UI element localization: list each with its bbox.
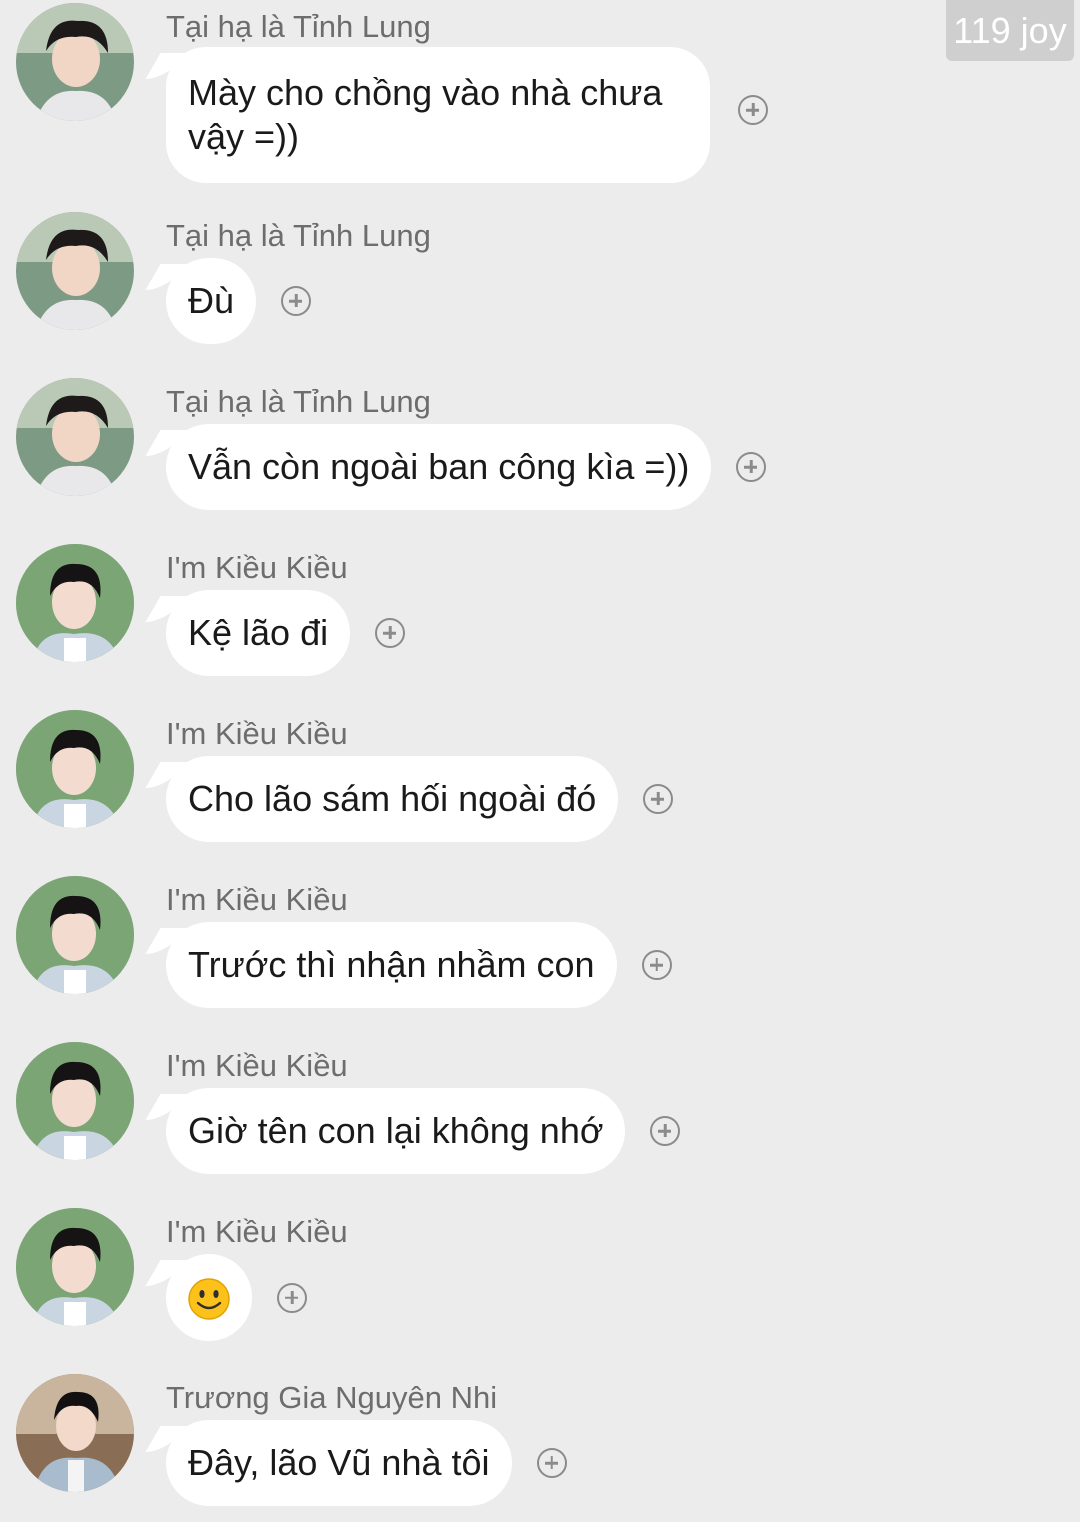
sender-name: I'm Kiều Kiều bbox=[166, 1214, 348, 1249]
sender-name: Trương Gia Nguyên Nhi bbox=[166, 1380, 498, 1415]
sender-name: Tại hạ là Tỉnh Lung bbox=[166, 9, 431, 44]
add-reaction-icon[interactable] bbox=[738, 95, 768, 125]
add-reaction-icon[interactable] bbox=[641, 950, 672, 980]
message-bubble[interactable]: Vẫn còn ngoài ban công kìa =)) bbox=[166, 424, 712, 510]
message-bubble[interactable]: Cho lão sám hối ngoài đó bbox=[166, 756, 619, 842]
message-counter-badge: 119 joy bbox=[946, 0, 1074, 61]
message-bubble[interactable]: Mày cho chồng vào nhà chưa vậy =)) bbox=[166, 47, 710, 183]
add-reaction-icon[interactable] bbox=[650, 1116, 681, 1146]
avatar[interactable] bbox=[16, 3, 134, 121]
add-reaction-icon[interactable] bbox=[736, 452, 767, 482]
avatar[interactable] bbox=[16, 1374, 134, 1492]
add-reaction-icon[interactable] bbox=[375, 618, 406, 648]
message-bubble[interactable]: Đù bbox=[166, 258, 257, 344]
add-reaction-icon[interactable] bbox=[536, 1448, 567, 1478]
sender-name: Tại hạ là Tỉnh Lung bbox=[166, 384, 431, 419]
avatar[interactable] bbox=[16, 544, 134, 662]
message-bubble[interactable]: Giờ tên con lại không nhớ bbox=[166, 1088, 626, 1174]
message-bubble[interactable]: Kệ lão đi bbox=[166, 590, 351, 676]
sender-name: I'm Kiều Kiều bbox=[166, 882, 348, 917]
add-reaction-icon[interactable] bbox=[643, 784, 674, 814]
avatar[interactable] bbox=[16, 212, 134, 330]
avatar[interactable] bbox=[16, 1042, 134, 1160]
message-bubble[interactable]: Trước thì nhận nhầm con bbox=[166, 922, 617, 1008]
sender-name: I'm Kiều Kiều bbox=[166, 716, 348, 751]
avatar[interactable] bbox=[16, 378, 134, 496]
sender-name: I'm Kiều Kiều bbox=[166, 1048, 348, 1083]
avatar[interactable] bbox=[16, 1208, 134, 1326]
add-reaction-icon[interactable] bbox=[277, 1282, 307, 1313]
smiley-face-icon bbox=[188, 1278, 230, 1321]
add-reaction-icon[interactable] bbox=[281, 286, 312, 316]
sender-name: I'm Kiều Kiều bbox=[166, 550, 348, 585]
avatar[interactable] bbox=[16, 876, 134, 994]
sender-name: Tại hạ là Tỉnh Lung bbox=[166, 218, 431, 253]
message-bubble[interactable]: Đây, lão Vũ nhà tôi bbox=[166, 1420, 512, 1506]
avatar[interactable] bbox=[16, 710, 134, 828]
message-bubble[interactable] bbox=[166, 1254, 252, 1342]
